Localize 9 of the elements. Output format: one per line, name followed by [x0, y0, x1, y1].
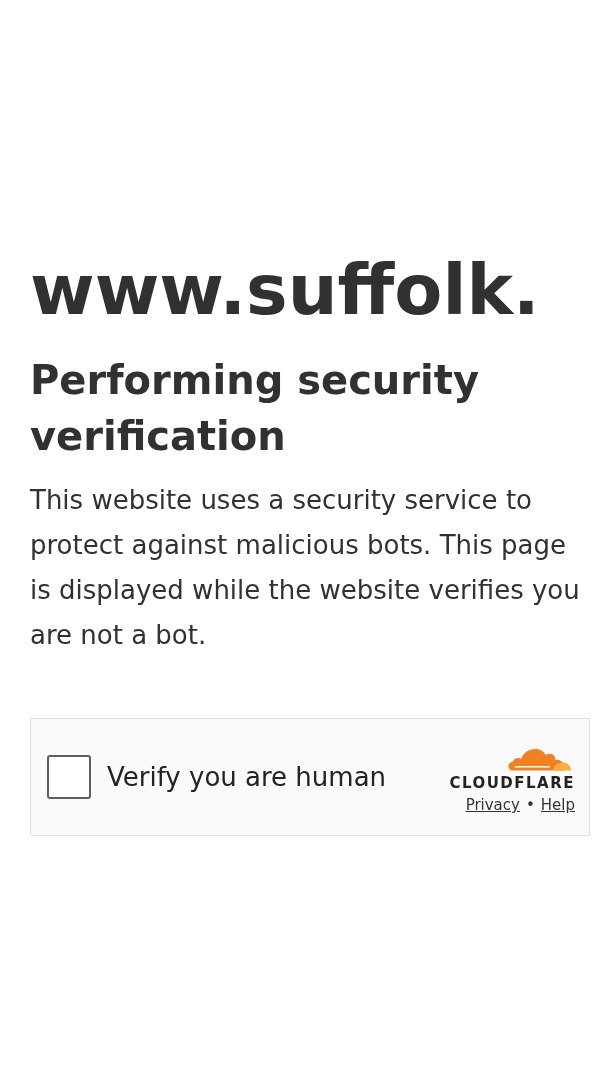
- separator-dot: •: [525, 796, 535, 814]
- footer-link[interactable]: Help: [540, 796, 575, 814]
- brand-name: CLOUDFLARE: [449, 774, 575, 792]
- message-text: This website uses a security service to protect against malicious bots. This page is displayed while the website verifies you are not a bot.: [30, 484, 580, 652]
- footer-link[interactable]: Privacy: [465, 796, 520, 814]
- page-title: Performing security verification: [30, 356, 480, 461]
- checkbox[interactable]: [47, 755, 91, 799]
- checkbox-label: Verify you are human: [107, 762, 387, 792]
- site-heading: www.suffolk.: [30, 248, 541, 332]
